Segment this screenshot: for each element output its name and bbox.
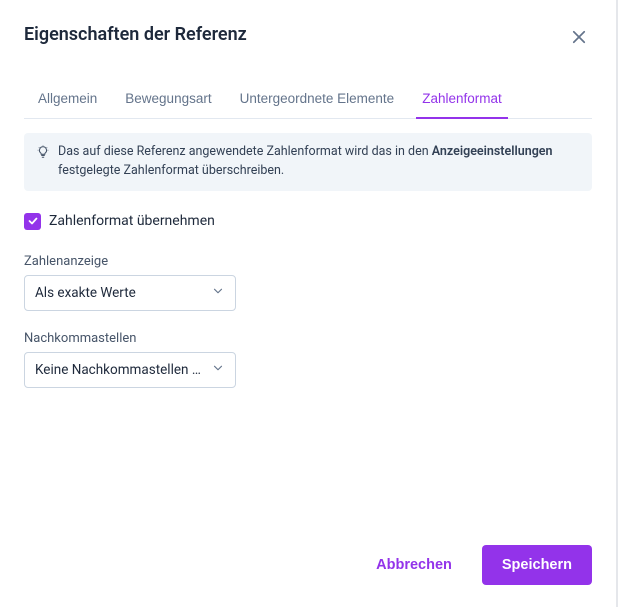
properties-dialog: Eigenschaften der Referenz Allgemein Bew… bbox=[0, 0, 616, 607]
save-button[interactable]: Speichern bbox=[482, 545, 592, 585]
tab-bewegungsart[interactable]: Bewegungsart bbox=[111, 81, 225, 118]
close-icon bbox=[570, 28, 588, 49]
number-display-label: Zahlenanzeige bbox=[24, 254, 592, 269]
info-text: Das auf diese Referenz angewendete Zahle… bbox=[58, 143, 580, 181]
number-display-select[interactable]: Als exakte Werte bbox=[24, 275, 236, 311]
tab-untergeordnete[interactable]: Untergeordnete Elemente bbox=[226, 81, 409, 118]
check-icon bbox=[27, 212, 39, 231]
decimals-select[interactable]: Keine Nachkommastellen anzeigen bbox=[24, 352, 236, 388]
number-display-field: Zahlenanzeige Als exakte Werte bbox=[24, 254, 592, 311]
inherit-format-label: Zahlenformat übernehmen bbox=[49, 213, 215, 229]
decimals-value: Keine Nachkommastellen anzeigen bbox=[35, 362, 203, 378]
lightbulb-icon bbox=[36, 144, 50, 163]
dialog-title: Eigenschaften der Referenz bbox=[24, 24, 247, 45]
info-bold: Anzeigeeinstellungen bbox=[432, 144, 553, 159]
info-prefix: Das auf diese Referenz angewendete Zahle… bbox=[58, 144, 432, 159]
decimals-field: Nachkommastellen Keine Nachkommastellen … bbox=[24, 331, 592, 388]
tab-allgemein[interactable]: Allgemein bbox=[24, 81, 111, 118]
chevron-down-icon bbox=[211, 284, 225, 302]
dialog-header: Eigenschaften der Referenz bbox=[24, 24, 592, 53]
cancel-button[interactable]: Abbrechen bbox=[364, 547, 464, 583]
decimals-label: Nachkommastellen bbox=[24, 331, 592, 346]
number-display-value: Als exakte Werte bbox=[35, 285, 136, 301]
close-button[interactable] bbox=[566, 24, 592, 53]
tabs: Allgemein Bewegungsart Untergeordnete El… bbox=[24, 81, 592, 119]
inherit-format-checkbox[interactable] bbox=[24, 213, 41, 230]
chevron-down-icon bbox=[211, 361, 225, 379]
info-banner: Das auf diese Referenz angewendete Zahle… bbox=[24, 133, 592, 191]
tab-zahlenformat[interactable]: Zahlenformat bbox=[408, 81, 516, 118]
inherit-format-row: Zahlenformat übernehmen bbox=[24, 213, 592, 230]
info-suffix: festgelegte Zahlenformat überschreiben. bbox=[58, 163, 284, 178]
dialog-footer: Abbrechen Speichern bbox=[24, 525, 592, 607]
